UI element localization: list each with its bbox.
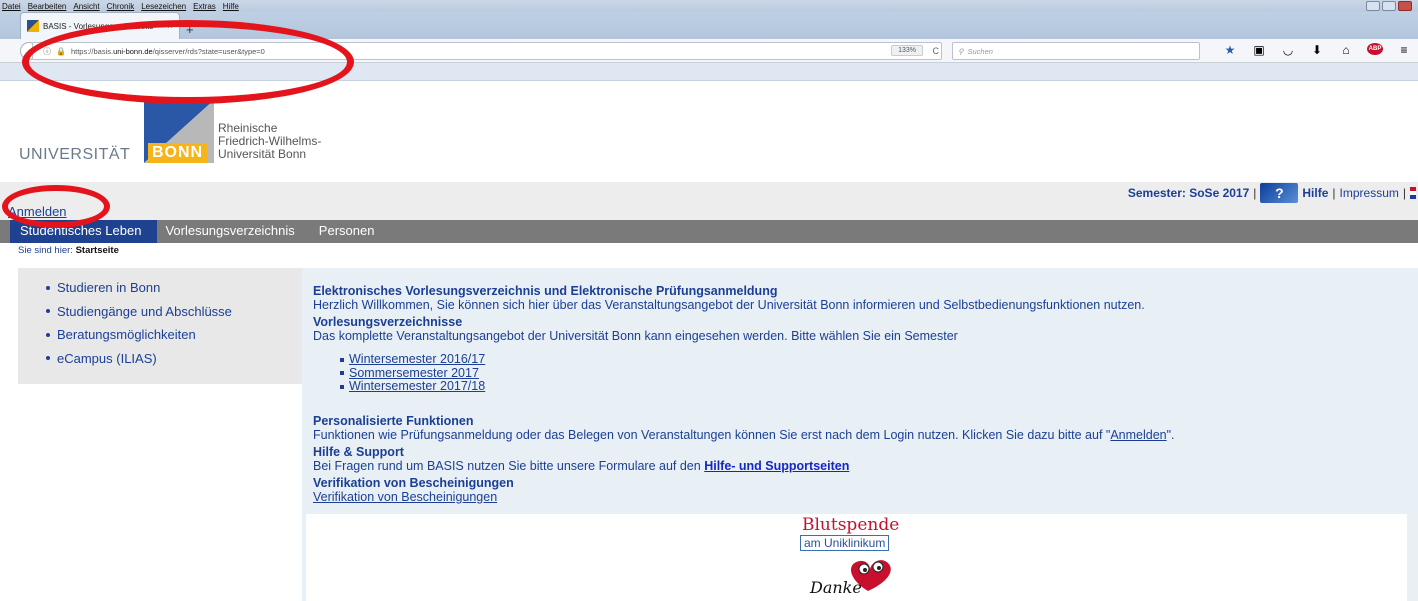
- separator: |: [1253, 186, 1257, 200]
- home-icon[interactable]: ⌂: [1338, 43, 1354, 57]
- nav-vorlesungsverzeichnis[interactable]: Vorlesungsverzeichnis: [157, 220, 310, 243]
- annotation-ellipse-login: [2, 185, 110, 228]
- minimize-button[interactable]: [1366, 1, 1380, 11]
- sidebar-item-label[interactable]: Studiengänge und Abschlüsse: [57, 304, 232, 319]
- bullet-icon: [46, 285, 50, 290]
- library-icon[interactable]: ▣: [1251, 43, 1267, 57]
- menu-icon[interactable]: ≡: [1396, 43, 1412, 57]
- sidebar-item-ecampus[interactable]: eCampus (ILIAS): [46, 351, 302, 366]
- sidebar-item-beratung[interactable]: Beratungsmöglichkeiten: [46, 327, 302, 342]
- search-placeholder: Suchen: [967, 46, 993, 56]
- bullet-icon: [46, 309, 50, 313]
- welcome-text: Herzlich Willkommen, Sie können sich hie…: [313, 298, 1145, 312]
- semester-label[interactable]: Semester: SoSe 2017: [1128, 186, 1249, 200]
- bullet-icon: [46, 356, 50, 360]
- semester-link-ws1617[interactable]: Wintersemester 2016/17: [349, 352, 485, 367]
- logo-bonn-text: BONN: [148, 143, 208, 163]
- impressum-link[interactable]: Impressum: [1340, 186, 1399, 200]
- danke-heart-icon: Danke: [809, 560, 891, 597]
- adblock-icon[interactable]: ABP: [1367, 43, 1383, 55]
- help-icon[interactable]: ?: [1260, 183, 1299, 203]
- logo-university-text: UNIVERSITÄT: [19, 146, 131, 163]
- menu-bearbeiten[interactable]: Bearbeiten: [28, 2, 67, 11]
- blutspende-title: Blutspende: [802, 515, 900, 535]
- sidebar: Studieren in Bonn Studiengänge und Absch…: [18, 268, 302, 384]
- search-icon: ⚲: [958, 46, 964, 56]
- semester-item[interactable]: Wintersemester 2016/17: [340, 352, 1418, 367]
- university-logo[interactable]: UNIVERSITÄT BONN Rheinische Friedrich-Wi…: [16, 95, 356, 170]
- logo-subtitle: Rheinische Friedrich-Wilhelms- Universit…: [218, 122, 321, 161]
- nav-personen[interactable]: Personen: [311, 220, 391, 243]
- browser-menubar: Datei Bearbeiten Ansicht Chronik Lesezei…: [0, 0, 1418, 12]
- sidebar-item-label[interactable]: eCampus (ILIAS): [57, 351, 157, 366]
- blutspende-subtitle: am Uniklinikum: [800, 535, 890, 551]
- help-link[interactable]: Hilfe: [1302, 186, 1328, 200]
- heading-hilfe-support: Hilfe & Support: [313, 444, 404, 459]
- personalisiert-text: Funktionen wie Prüfungsanmeldung oder da…: [313, 428, 1418, 442]
- reload-icon[interactable]: C: [933, 46, 940, 56]
- heading-vorlesungsverzeichnisse: Vorlesungsverzeichnisse: [313, 315, 463, 329]
- hilfe-text-before: Bei Fragen rund um BASIS nutzen Sie bitt…: [313, 458, 705, 473]
- semester-bar: Semester: SoSe 2017 | ? Hilfe | Impressu…: [1128, 183, 1416, 203]
- pocket-icon[interactable]: ◡: [1280, 43, 1296, 57]
- sidebar-item-label[interactable]: Beratungsmöglichkeiten: [57, 327, 196, 342]
- support-link[interactable]: Hilfe- und Supportseiten: [704, 459, 849, 473]
- breadcrumb: Sie sind hier: Startseite: [18, 245, 119, 256]
- menu-hilfe[interactable]: Hilfe: [223, 2, 239, 11]
- hilfe-text: Bei Fragen rund um BASIS nutzen Sie bitt…: [313, 459, 1418, 473]
- bullet-icon: [340, 357, 344, 362]
- bullet-icon: [340, 371, 344, 376]
- maximize-button[interactable]: [1382, 1, 1396, 11]
- bullet-icon: [340, 384, 344, 389]
- separator: |: [1402, 186, 1406, 200]
- semester-item[interactable]: Wintersemester 2017/18: [340, 379, 1418, 394]
- breadcrumb-current[interactable]: Startseite: [76, 245, 119, 256]
- heading-personalisiert: Personalisierte Funktionen: [313, 413, 474, 428]
- window-controls: [1366, 1, 1412, 11]
- semester-list: Wintersemester 2016/17 Sommersemester 20…: [340, 352, 1418, 394]
- separator: |: [1332, 186, 1336, 200]
- main-nav: Studentisches Leben Vorlesungsverzeichni…: [0, 220, 1418, 243]
- danke-text: Danke: [809, 578, 862, 597]
- personalisiert-text-after: ".: [1166, 427, 1175, 442]
- star-icon[interactable]: ★: [1222, 43, 1238, 57]
- sidebar-item-studiengaenge[interactable]: Studiengänge und Abschlüsse: [46, 304, 302, 319]
- blutspende-banner[interactable]: Blutspende am Uniklinikum Danke: [800, 515, 918, 597]
- heading-verifikation: Verifikation von Bescheinigungen: [313, 475, 514, 490]
- bullet-icon: [46, 332, 50, 337]
- semester-intro-text: Das komplette Veranstaltungsangebot der …: [313, 329, 958, 343]
- search-input[interactable]: ⚲ Suchen: [952, 42, 1200, 60]
- menu-chronik[interactable]: Chronik: [107, 2, 135, 11]
- menu-datei[interactable]: Datei: [2, 2, 21, 11]
- heading-electronic-catalog: Elektronisches Vorlesungsverzeichnis und…: [313, 284, 778, 298]
- download-icon[interactable]: ⬇: [1309, 43, 1325, 57]
- semester-link-ss17[interactable]: Sommersemester 2017: [349, 366, 479, 381]
- close-window-button[interactable]: [1398, 1, 1412, 11]
- flag-icon[interactable]: [1410, 187, 1416, 199]
- semester-link-ws1718[interactable]: Wintersemester 2017/18: [349, 379, 485, 394]
- zoom-level[interactable]: 133%: [891, 45, 923, 56]
- logo-line3: Universität Bonn: [218, 147, 307, 161]
- menu-ansicht[interactable]: Ansicht: [73, 2, 99, 11]
- favicon-icon: [27, 20, 39, 32]
- toolbar-icons: ★ ▣ ◡ ⬇ ⌂ ABP ≡: [1222, 43, 1412, 57]
- annotation-ellipse-url: [22, 20, 354, 104]
- menu-lesezeichen[interactable]: Lesezeichen: [141, 2, 186, 11]
- sidebar-item-label[interactable]: Studieren in Bonn: [57, 280, 160, 295]
- verifikation-link-wrap: Verifikation von Bescheinigungen: [313, 490, 1418, 504]
- semester-item[interactable]: Sommersemester 2017: [340, 366, 1418, 381]
- inline-login-link[interactable]: Anmelden: [1110, 428, 1166, 442]
- menu-extras[interactable]: Extras: [193, 2, 216, 11]
- verifikation-link[interactable]: Verifikation von Bescheinigungen: [313, 490, 497, 504]
- sidebar-item-studieren[interactable]: Studieren in Bonn: [46, 280, 302, 295]
- personalisiert-text-before: Funktionen wie Prüfungsanmeldung oder da…: [313, 427, 1111, 442]
- breadcrumb-prefix: Sie sind hier:: [18, 245, 73, 256]
